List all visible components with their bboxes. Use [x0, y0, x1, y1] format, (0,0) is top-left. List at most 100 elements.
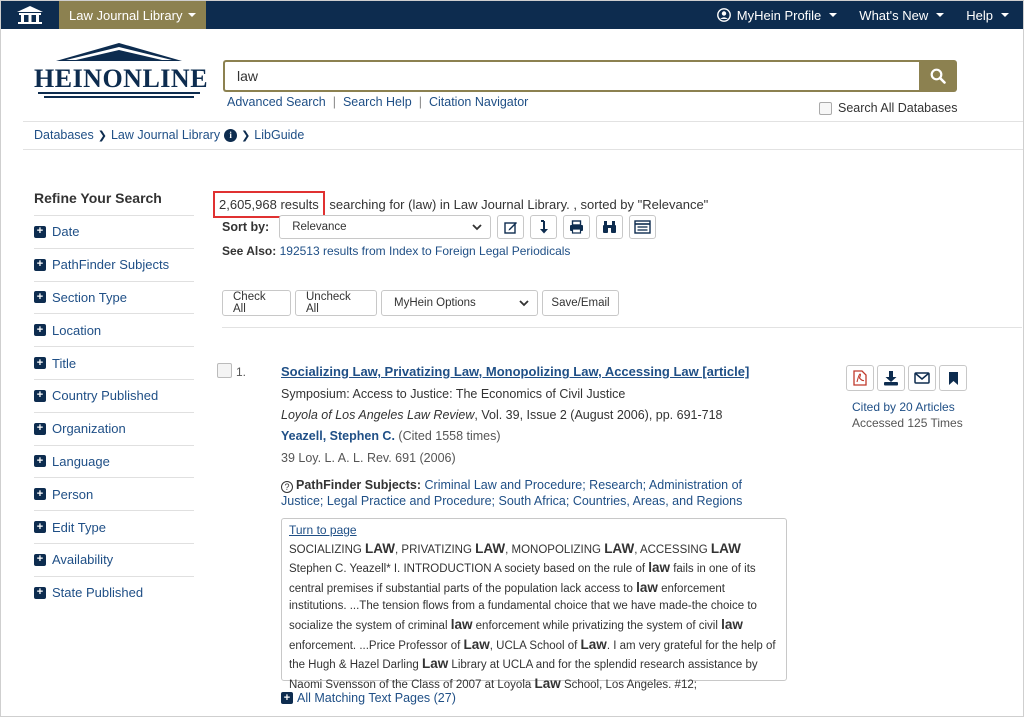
facet-country-published[interactable]: + Country Published: [34, 378, 194, 412]
search-icon: [930, 68, 946, 84]
accessed-count: Accessed 125 Times: [852, 415, 963, 430]
print-icon: [570, 220, 584, 234]
result-journal: Loyola of Los Angeles Law Review: [281, 408, 475, 422]
search-value: law: [237, 68, 259, 84]
facet-section-type[interactable]: + Section Type: [34, 280, 194, 314]
result-journal-details: , Vol. 39, Issue 2 (August 2006), pp. 69…: [474, 408, 723, 422]
plus-icon: +: [34, 488, 46, 501]
result-checkbox[interactable]: [217, 363, 232, 378]
profile-label: MyHein Profile: [736, 7, 822, 23]
facet-person[interactable]: + Person: [34, 477, 194, 510]
sort-order-button[interactable]: [530, 215, 558, 239]
facet-location[interactable]: + Location: [34, 313, 194, 346]
facet-label: Location: [52, 322, 102, 338]
list-icon: [634, 220, 651, 234]
caret-down-icon: [936, 13, 945, 17]
email-icon: [914, 372, 930, 384]
cited-by-link[interactable]: Cited by 20 Articles: [852, 400, 963, 416]
snippet-text: SOCIALIZING LAW, PRIVATIZING LAW, MONOPO…: [289, 540, 776, 691]
chevron-right-icon: ❯: [241, 129, 251, 142]
uncheck-all-button[interactable]: Uncheck All: [295, 290, 377, 316]
download-button[interactable]: [877, 365, 905, 391]
myhein-options-select[interactable]: MyHein Options: [381, 290, 538, 316]
all-matching-label: All Matching Text Pages (27): [297, 691, 456, 705]
bookmark-icon: [948, 371, 958, 385]
facet-label: Title: [52, 355, 77, 371]
home-icon: [17, 6, 43, 24]
facet-label: Section Type: [52, 289, 127, 305]
result-author-line: Yeazell, Stephen C. (Cited 1558 times): [281, 429, 501, 443]
list-view-button[interactable]: [629, 215, 657, 239]
facet-label: Person: [52, 486, 94, 502]
see-also-label: See Also:: [222, 244, 277, 258]
facet-availability[interactable]: + Availability: [34, 542, 194, 576]
check-all-button[interactable]: Check All: [222, 290, 291, 316]
plus-icon: +: [34, 521, 46, 534]
sort-value: Relevance: [292, 221, 347, 233]
save-email-button[interactable]: Save/Email: [542, 290, 619, 316]
library-label: Law Journal Library: [69, 7, 183, 23]
whats-new-label: What's New: [859, 7, 929, 23]
edit-search-button[interactable]: [497, 215, 525, 239]
breadcrumb-libguide[interactable]: LibGuide: [254, 128, 304, 142]
plus-icon: +: [34, 357, 46, 370]
facet-label: Edit Type: [52, 519, 106, 535]
result-title-link[interactable]: Socializing Law, Privatizing Law, Monopo…: [281, 364, 749, 379]
citation-navigator-link[interactable]: Citation Navigator: [429, 95, 528, 109]
breadcrumb-databases[interactable]: Databases: [34, 128, 94, 142]
caret-down-icon: [829, 13, 838, 17]
results-summary-text: searching for (law) in Law Journal Libra…: [329, 197, 709, 212]
facet-date[interactable]: + Date: [34, 215, 194, 248]
search-input[interactable]: law: [223, 60, 920, 92]
facet-language[interactable]: + Language: [34, 444, 194, 478]
edit-icon: [504, 222, 517, 234]
facet-label: Country Published: [52, 388, 159, 404]
see-also-link[interactable]: 192513 results from Index to Foreign Leg…: [280, 244, 571, 258]
plus-icon: +: [34, 389, 46, 402]
search-button[interactable]: [919, 60, 957, 92]
home-button[interactable]: [1, 1, 59, 29]
email-button[interactable]: [908, 365, 936, 391]
breadcrumb: Databases ❯ Law Journal Library i ❯ LibG…: [34, 128, 304, 142]
plus-icon: +: [34, 586, 46, 599]
question-icon[interactable]: ?: [281, 481, 293, 493]
result-author-link[interactable]: Yeazell, Stephen C.: [281, 429, 395, 443]
binoculars-icon: [603, 221, 617, 233]
bookmark-button[interactable]: [939, 365, 967, 391]
caret-down-icon: [188, 13, 197, 17]
binoculars-button[interactable]: [596, 215, 624, 239]
facet-title[interactable]: + Title: [34, 346, 194, 379]
chevron-right-icon: ❯: [97, 129, 107, 142]
all-matching-pages[interactable]: + All Matching Text Pages (27): [281, 691, 456, 705]
advanced-search-link[interactable]: Advanced Search: [227, 95, 326, 109]
pdf-icon: [853, 370, 867, 386]
info-icon[interactable]: i: [224, 128, 238, 142]
sort-select[interactable]: Relevance: [279, 215, 492, 239]
library-dropdown[interactable]: Law Journal Library: [59, 1, 207, 29]
divider: [222, 327, 1022, 328]
plus-icon: +: [34, 291, 46, 304]
facet-organization[interactable]: + Organization: [34, 411, 194, 445]
plus-icon: +: [34, 553, 46, 566]
breadcrumb-law-journal-library[interactable]: Law Journal Library: [111, 128, 220, 142]
result-count: 2,605,968 results: [213, 191, 325, 218]
link-separator: |: [332, 95, 336, 109]
search-all-checkbox[interactable]: [819, 101, 832, 115]
facet-state-published[interactable]: + State Published: [34, 575, 194, 609]
whats-new-menu[interactable]: What's New: [859, 7, 945, 23]
facet-label: Language: [52, 453, 110, 469]
search-help-link[interactable]: Search Help: [343, 95, 412, 109]
turn-to-page-link[interactable]: Turn to page: [289, 522, 780, 540]
facet-pathfinder-subjects[interactable]: + PathFinder Subjects: [34, 247, 194, 281]
pdf-button[interactable]: [846, 365, 874, 391]
help-menu[interactable]: Help: [966, 8, 1009, 23]
see-also: See Also: 192513 results from Index to F…: [222, 244, 570, 258]
print-button[interactable]: [563, 215, 591, 239]
result-symposium: Symposium: Access to Justice: The Econom…: [281, 387, 626, 401]
plus-icon: +: [34, 422, 46, 435]
plus-icon: +: [34, 225, 46, 238]
myhein-profile-menu[interactable]: MyHein Profile: [716, 7, 838, 23]
heinonline-logo[interactable]: HEINONLINE: [34, 41, 208, 101]
facet-edit-type[interactable]: + Edit Type: [34, 510, 194, 543]
chevron-down-icon: [519, 300, 529, 307]
